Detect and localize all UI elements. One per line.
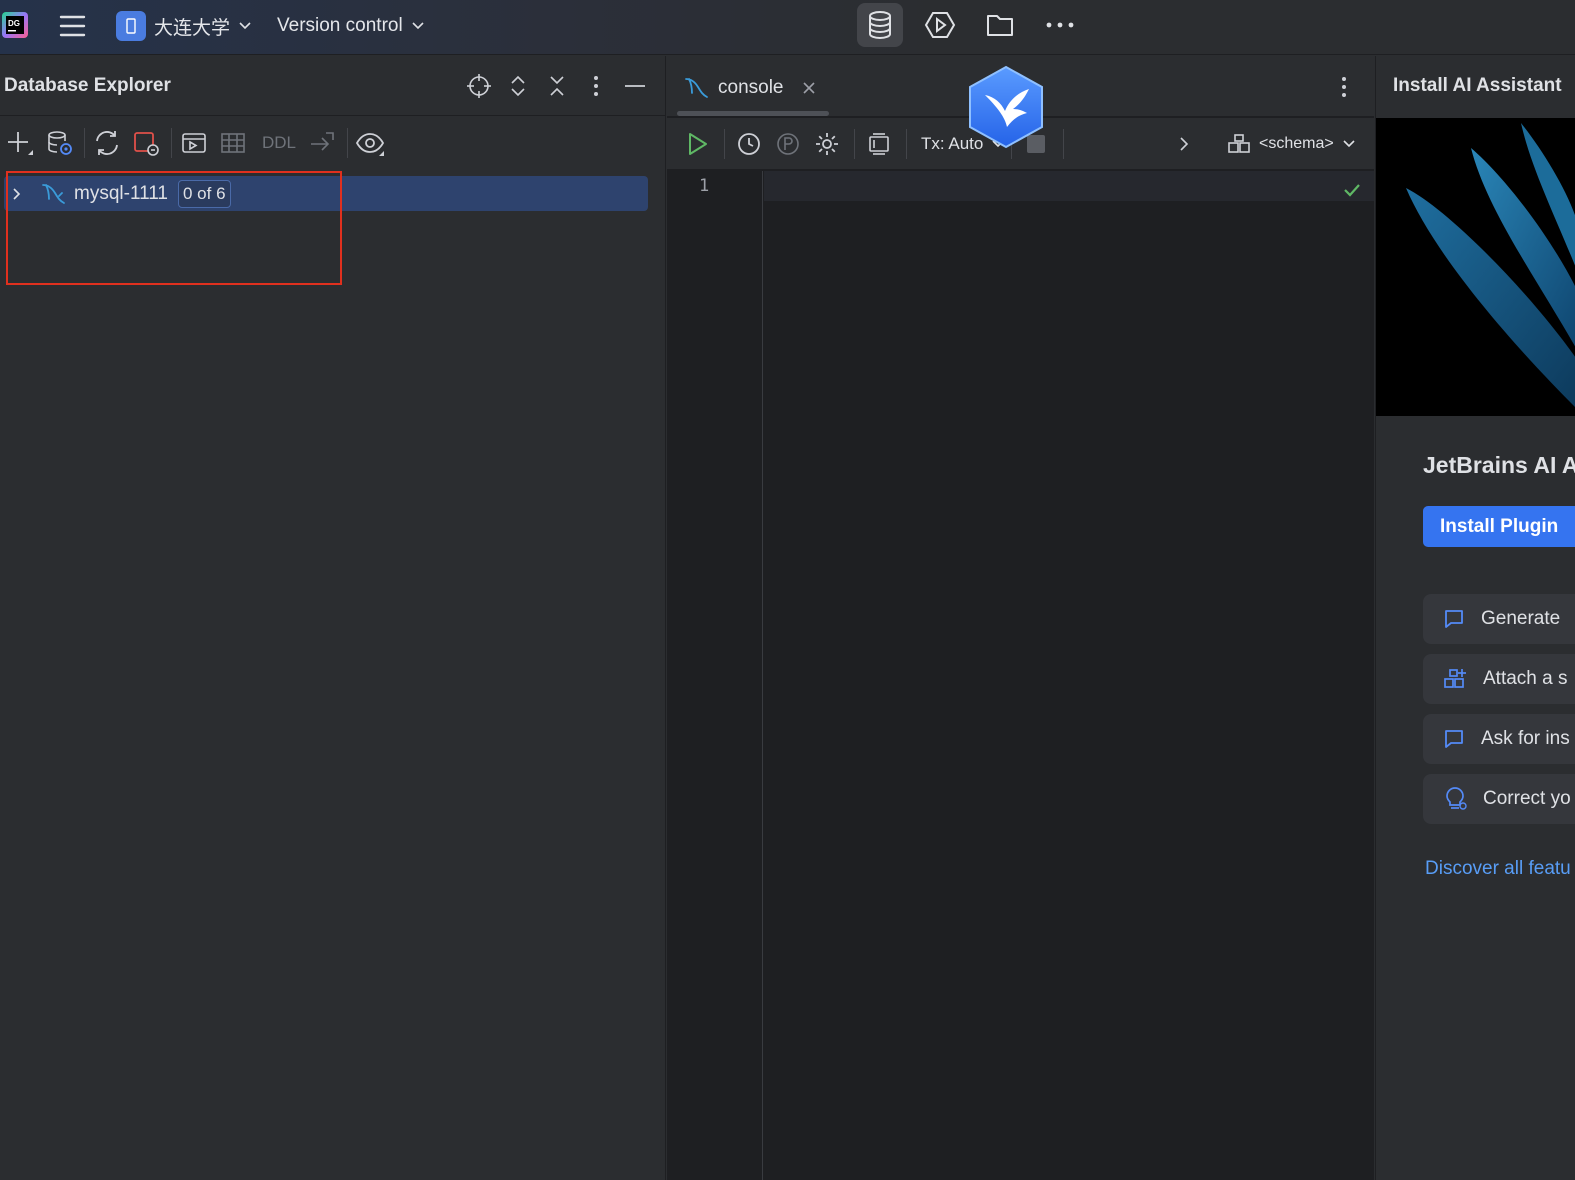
- database-icon[interactable]: [857, 3, 903, 47]
- feature-label: Attach a s: [1483, 668, 1568, 689]
- mysql-icon: [685, 78, 708, 98]
- toolbar-separator: [724, 128, 725, 159]
- version-control-label: Version control: [277, 15, 403, 36]
- attach-schema-icon: [1444, 669, 1466, 688]
- ai-assistant-panel: Install AI Assistant JetBrains AI A Inst…: [1375, 56, 1575, 1180]
- schema-label: <schema>: [1259, 135, 1334, 152]
- toolbar-separator: [171, 128, 172, 158]
- view-options-icon[interactable]: [352, 125, 388, 161]
- chat-bubble-icon: [1445, 730, 1463, 748]
- feature-item[interactable]: Generate: [1423, 594, 1575, 644]
- refresh-icon[interactable]: [89, 125, 125, 161]
- project-selector[interactable]: 大连大学: [116, 10, 252, 42]
- toolbar-separator: [906, 128, 907, 159]
- jump-to-source-icon[interactable]: [304, 125, 340, 161]
- feature-label: Generate: [1481, 608, 1561, 629]
- explorer-toolbar: DDL: [0, 117, 666, 169]
- install-plugin-button[interactable]: Install Plugin: [1423, 506, 1575, 547]
- toolbar-separator: [84, 128, 85, 158]
- options-icon[interactable]: [580, 70, 612, 102]
- editor-area: console Tx: Auto <schema> 1: [667, 56, 1374, 1180]
- output-layout-icon[interactable]: [861, 126, 897, 162]
- line-gutter: [667, 171, 763, 1180]
- tab-console[interactable]: console: [683, 73, 817, 103]
- feature-label: Correct yo: [1483, 788, 1571, 809]
- tab-options-icon[interactable]: [1332, 73, 1356, 101]
- disconnect-icon[interactable]: [128, 125, 164, 161]
- chevron-down-icon: [412, 22, 424, 30]
- panel-title: Database Explorer: [4, 75, 171, 96]
- database-explorer-panel: Database Explorer DDL mysql-1111 0 of 6: [0, 56, 666, 1180]
- main-menu-icon[interactable]: [58, 12, 88, 40]
- panel-header: Database Explorer: [0, 56, 666, 116]
- datagrip-logo-icon[interactable]: DG: [2, 12, 28, 38]
- add-icon[interactable]: [2, 125, 38, 161]
- query-console-icon[interactable]: [176, 125, 212, 161]
- title-bar: DG 大连大学 Version control: [0, 0, 1575, 55]
- active-tab-indicator: [677, 111, 829, 116]
- chevron-down-icon: [1343, 140, 1355, 148]
- feature-item[interactable]: Ask for ins: [1423, 714, 1575, 764]
- settings-icon[interactable]: [809, 126, 845, 162]
- version-control-menu[interactable]: Version control: [277, 10, 425, 42]
- history-icon[interactable]: [731, 126, 767, 162]
- services-icon[interactable]: [917, 3, 963, 47]
- chat-bubble-icon: [1445, 610, 1463, 628]
- schema-selector[interactable]: <schema>: [1227, 126, 1356, 162]
- toolbar-separator: [1063, 128, 1065, 159]
- ddl-button[interactable]: DDL: [254, 133, 304, 153]
- explain-plan-icon[interactable]: [770, 126, 806, 162]
- lightbulb-icon: [1446, 787, 1467, 810]
- ai-heading: JetBrains AI A: [1423, 452, 1575, 478]
- feature-item[interactable]: Attach a s: [1423, 654, 1575, 704]
- panel-title: Install AI Assistant: [1393, 75, 1562, 96]
- schema-icon: [1228, 134, 1250, 153]
- line-number: 1: [699, 176, 710, 196]
- table-view-icon[interactable]: [215, 125, 251, 161]
- feature-item[interactable]: Correct yo: [1423, 774, 1575, 824]
- expand-all-icon[interactable]: [502, 70, 534, 102]
- collapse-all-icon[interactable]: [541, 70, 573, 102]
- folder-icon[interactable]: [977, 3, 1023, 47]
- run-icon[interactable]: [679, 126, 715, 162]
- discover-features-link[interactable]: Discover all featu: [1425, 858, 1571, 880]
- svg-text:DG: DG: [8, 19, 20, 28]
- project-name: 大连大学: [154, 17, 231, 39]
- chevron-down-icon: [239, 22, 251, 30]
- locate-icon[interactable]: [463, 70, 495, 102]
- toolbar-separator: [854, 128, 855, 159]
- feature-label: Ask for ins: [1481, 728, 1570, 749]
- minimize-icon[interactable]: [619, 70, 651, 102]
- more-icon[interactable]: [1037, 3, 1083, 47]
- data-source-properties-icon[interactable]: [41, 125, 77, 161]
- toolbar-separator: [347, 128, 349, 158]
- checkmark-icon: [1342, 180, 1362, 200]
- close-icon[interactable]: [801, 80, 817, 96]
- project-badge: [116, 11, 146, 41]
- highlight-box: [6, 171, 342, 285]
- current-line-highlight[interactable]: [764, 171, 1374, 201]
- tab-label: console: [718, 77, 784, 98]
- bird-app-icon[interactable]: [967, 65, 1045, 149]
- chevron-right-icon[interactable]: [1166, 126, 1202, 162]
- hero-image: [1376, 118, 1575, 416]
